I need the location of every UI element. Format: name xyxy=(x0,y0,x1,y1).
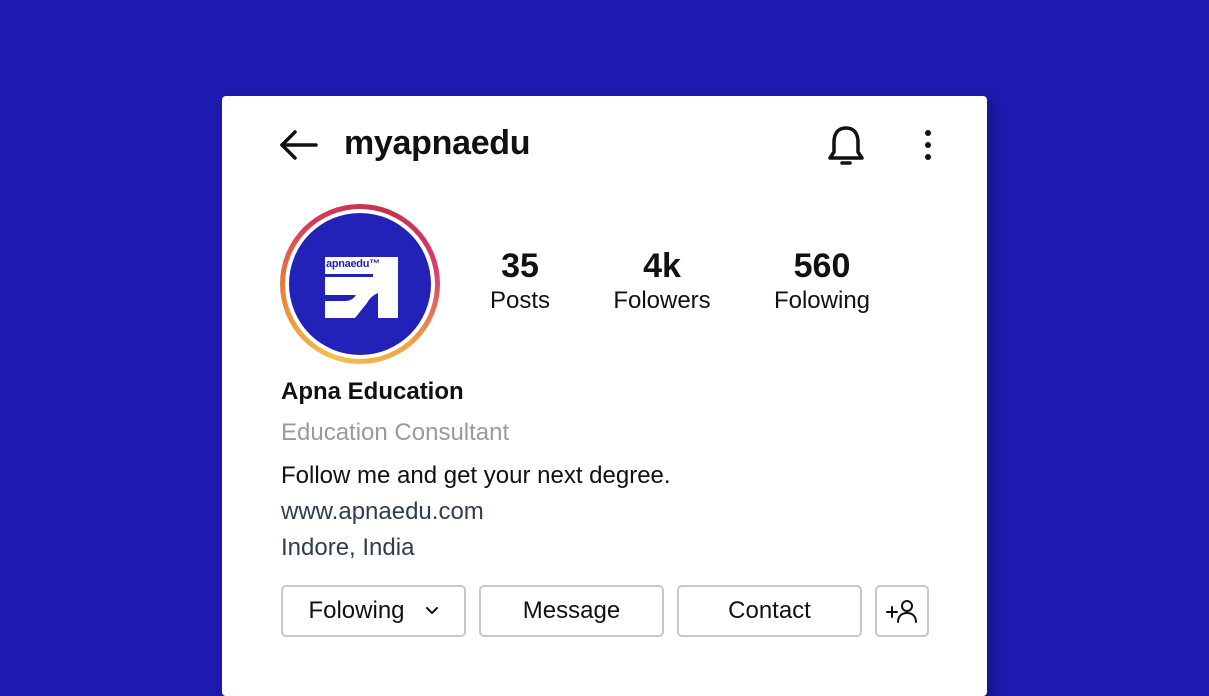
avatar-story-ring[interactable]: apnaedu™ xyxy=(280,204,440,364)
following-button[interactable]: Folowing xyxy=(281,585,466,637)
add-user-icon xyxy=(886,600,917,623)
more-vertical-icon[interactable] xyxy=(916,128,940,162)
profile-bio: Follow me and get your next degree. xyxy=(281,462,671,489)
profile-display-name: Apna Education xyxy=(281,378,464,405)
profile-website-link[interactable]: www.apnaedu.com xyxy=(281,498,484,526)
message-button-label: Message xyxy=(522,597,621,624)
profile-category: Education Consultant xyxy=(281,419,510,446)
stat-posts[interactable]: 35 Posts xyxy=(480,246,560,316)
avatar: apnaedu™ xyxy=(289,213,431,355)
stat-following-value: 560 xyxy=(793,247,851,285)
arrow-left-icon[interactable] xyxy=(278,128,320,162)
avatar-ring-gap: apnaedu™ xyxy=(285,209,435,359)
profile-card: myapnaedu apnaedu™ 35 Posts 4k Folowers … xyxy=(222,96,987,696)
stat-followers-value: 4k xyxy=(643,247,681,285)
stat-followers[interactable]: 4k Folowers xyxy=(602,246,722,316)
message-button[interactable]: Message xyxy=(479,585,664,637)
following-button-label: Folowing xyxy=(308,597,405,624)
bell-icon[interactable] xyxy=(826,124,866,168)
add-user-button[interactable] xyxy=(875,585,929,637)
stat-posts-value: 35 xyxy=(501,247,539,285)
stat-following[interactable]: 560 Folowing xyxy=(762,246,882,316)
contact-button-label: Contact xyxy=(728,597,811,624)
contact-button[interactable]: Contact xyxy=(677,585,862,637)
profile-username: myapnaedu xyxy=(344,124,531,162)
stat-followers-label: Folowers xyxy=(613,287,711,314)
stat-posts-label: Posts xyxy=(489,287,551,314)
logo-text: apnaedu™ xyxy=(326,258,380,270)
profile-location: Indore, India xyxy=(281,534,415,561)
chevron-down-icon xyxy=(425,607,438,614)
stat-following-label: Folowing xyxy=(773,287,871,314)
